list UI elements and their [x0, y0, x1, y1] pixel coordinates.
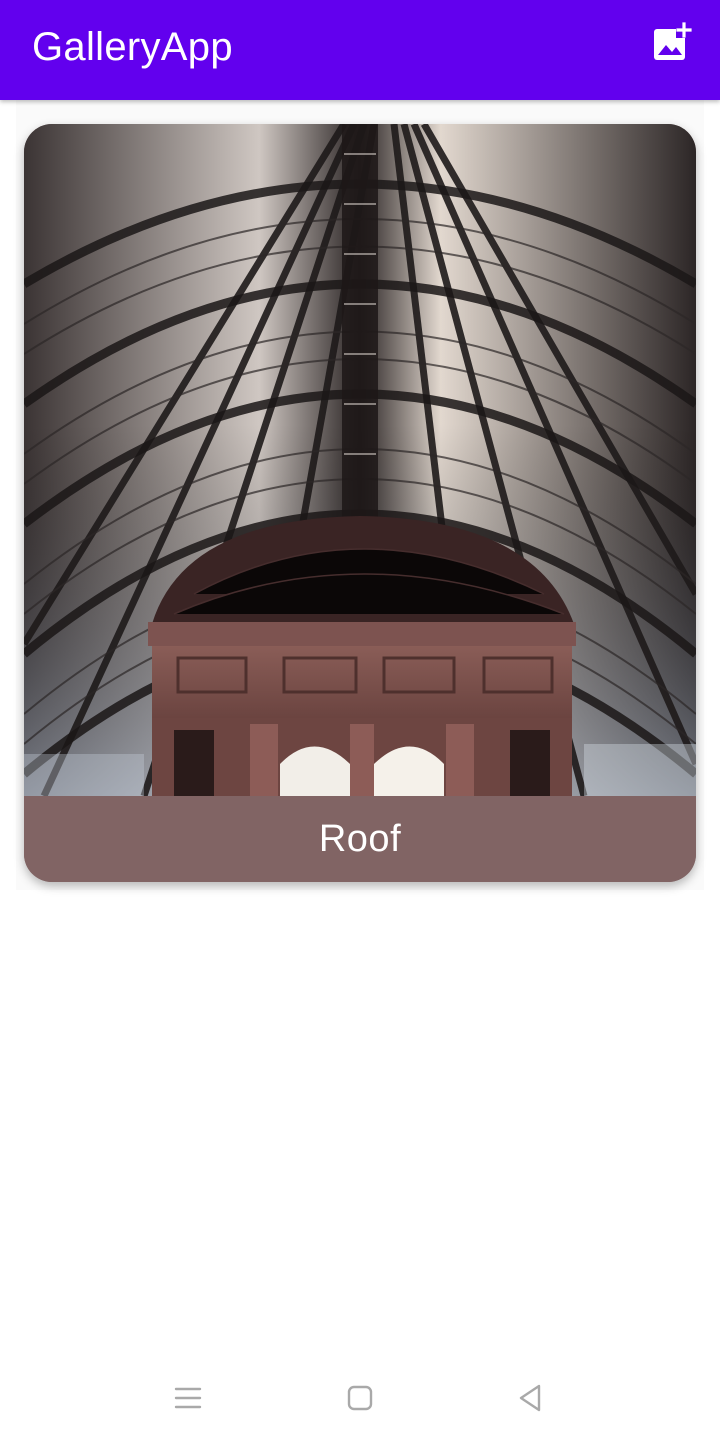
home-icon	[346, 1384, 374, 1417]
gallery-card[interactable]: Roof	[24, 124, 696, 882]
card-caption: Roof	[24, 796, 696, 882]
home-button[interactable]	[338, 1378, 382, 1422]
app-title: GalleryApp	[32, 25, 233, 69]
back-button[interactable]	[508, 1378, 552, 1422]
app-bar: GalleryApp	[0, 0, 720, 100]
menu-icon	[174, 1386, 202, 1415]
add-photo-icon	[652, 21, 692, 67]
back-icon	[516, 1383, 544, 1418]
card-caption-label: Roof	[318, 818, 402, 860]
roof-photo	[24, 124, 696, 796]
add-photo-button[interactable]	[648, 20, 696, 68]
system-nav-bar	[0, 1356, 720, 1444]
recent-apps-button[interactable]	[166, 1378, 210, 1422]
gallery-list[interactable]: Roof	[16, 100, 704, 890]
